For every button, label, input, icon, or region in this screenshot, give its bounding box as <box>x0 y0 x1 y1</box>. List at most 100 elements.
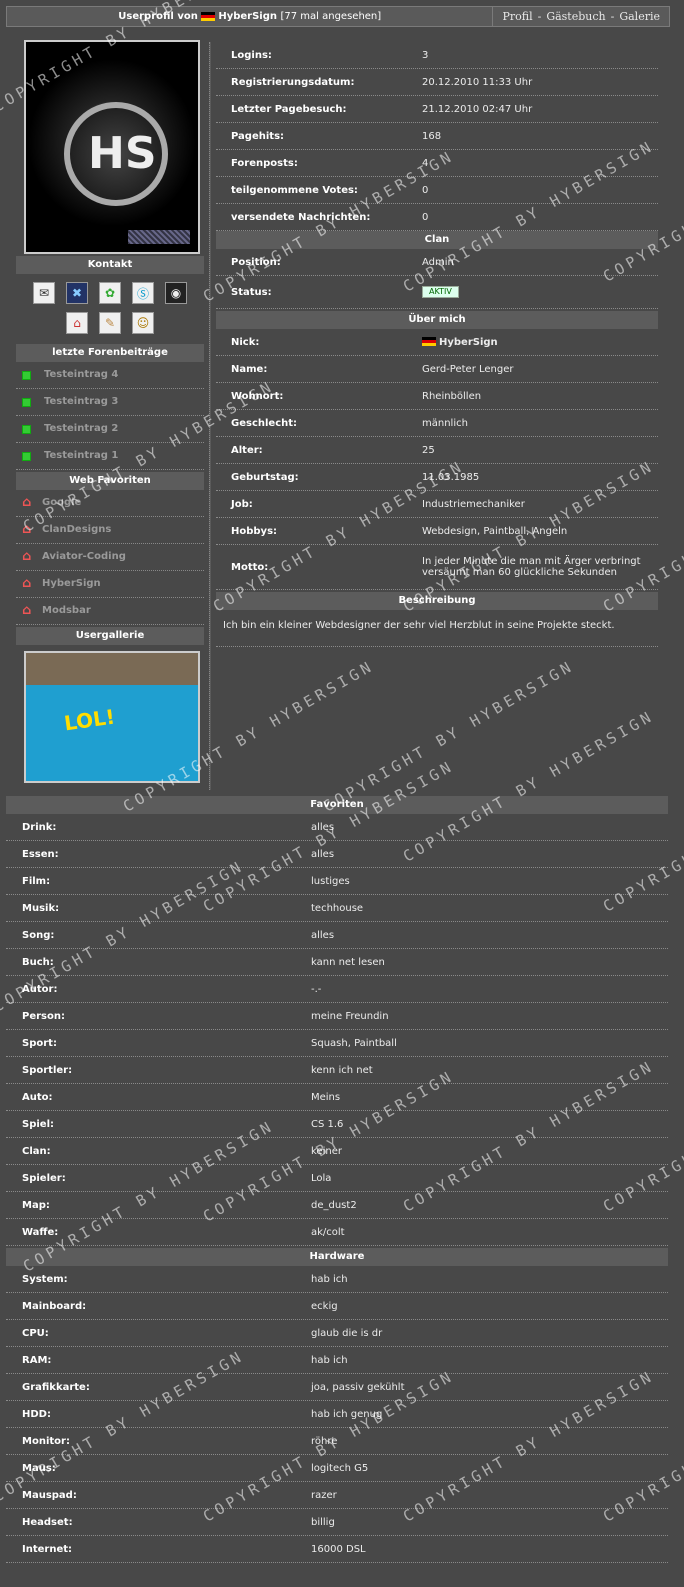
nick-value: HyberSign <box>439 336 498 348</box>
row-value: Squash, Paintball <box>311 1037 397 1049</box>
table-row: Hobbys: Webdesign, Paintball, Angeln <box>216 518 658 545</box>
web-favorite-link[interactable]: ⌂ Google <box>16 490 204 517</box>
row-label: HDD: <box>22 1408 51 1420</box>
icq-icon[interactable]: ✿ <box>99 282 121 304</box>
title-prefix: Userprofil von <box>118 11 198 22</box>
row-value: alles <box>311 929 335 941</box>
forum-post-link[interactable]: Testeintrag 3 <box>16 389 204 416</box>
table-row: CPU: glaub die is dr <box>6 1320 668 1347</box>
table-row: Geschlecht: männlich <box>216 410 658 437</box>
row-value: HyberSign <box>422 337 658 348</box>
row-label: versendete Nachrichten: <box>231 211 371 223</box>
row-value: Webdesign, Paintball, Angeln <box>422 525 568 537</box>
table-row: Map: de_dust2 <box>6 1192 668 1219</box>
table-row: Person: meine Freundin <box>6 1003 668 1030</box>
table-row: versendete Nachrichten: 0 <box>216 204 658 231</box>
nav-gaestebuch-link[interactable]: Gästebuch <box>546 7 605 26</box>
table-row: Logins: 3 <box>216 42 658 69</box>
profile-title: Userprofil von HyberSign [77 mal angeseh… <box>7 7 492 26</box>
status-badge: AKTIV <box>422 286 459 298</box>
row-value: Industriemechaniker <box>422 498 525 510</box>
table-row: Essen: alles <box>6 841 668 868</box>
row-value: eckig <box>311 1300 338 1312</box>
row-label: Mainboard: <box>22 1300 87 1312</box>
web-favorite-link[interactable]: ⌂ ClanDesigns <box>16 517 204 544</box>
row-label: Alter: <box>231 444 263 456</box>
nav-profil-link[interactable]: Profil <box>502 7 532 26</box>
row-label: Nick: <box>231 336 260 348</box>
row-label: Name: <box>231 363 268 375</box>
forum-post-link[interactable]: Testeintrag 1 <box>16 443 204 470</box>
row-value: röhre <box>311 1435 338 1447</box>
guestbook-icon[interactable]: ✎ <box>99 312 121 334</box>
row-value: männlich <box>422 417 468 429</box>
table-row: Waffe: ak/colt <box>6 1219 668 1246</box>
web-favorite-link[interactable]: ⌂ HyberSign <box>16 571 204 598</box>
home-icon: ⌂ <box>22 495 32 510</box>
view-count: [77 mal angesehen] <box>280 11 382 22</box>
table-row: Maus: logitech G5 <box>6 1455 668 1482</box>
homepage-icon[interactable]: ⌂ <box>66 312 88 334</box>
row-label: Registrierungsdatum: <box>231 76 355 88</box>
add-friend-icon[interactable]: ☺ <box>132 312 154 334</box>
bullet-icon <box>22 451 31 461</box>
skype-icon[interactable]: Ⓢ <box>132 282 154 304</box>
table-row: Sportler: kenn ich net <box>6 1057 668 1084</box>
row-label: teilgenommene Votes: <box>231 184 358 196</box>
row-value: techhouse <box>311 902 364 914</box>
about-section: Nick: HyberSign Name: Gerd-Peter Lenger Wohn… <box>216 329 658 590</box>
table-row: Nick: HyberSign <box>216 329 658 356</box>
xfire-icon[interactable]: ✖ <box>66 282 88 304</box>
table-row: Film: lustiges <box>6 868 668 895</box>
row-label: Autor: <box>22 983 58 995</box>
row-label: Song: <box>22 929 55 941</box>
avatar-stripes <box>128 230 190 244</box>
web-favorite-link[interactable]: ⌂ Aviator-Coding <box>16 544 204 571</box>
steam-icon[interactable]: ◉ <box>165 282 187 304</box>
table-row: Musik: techhouse <box>6 895 668 922</box>
forum-post-link[interactable]: Testeintrag 4 <box>16 362 204 389</box>
table-row: Buch: kann net lesen <box>6 949 668 976</box>
row-label: Mauspad: <box>22 1489 77 1501</box>
user-gallery-header: Usergallerie <box>16 627 204 645</box>
row-value: 0 <box>422 211 429 223</box>
row-value: 0 <box>422 184 429 196</box>
row-value: lustiges <box>311 875 350 887</box>
row-value: 4 <box>422 157 429 169</box>
row-label: Sportler: <box>22 1064 73 1076</box>
row-value: 16000 DSL <box>311 1543 366 1555</box>
hs-logo-icon: HS <box>88 128 157 179</box>
email-icon[interactable]: ✉ <box>33 282 55 304</box>
row-value: 3 <box>422 49 429 61</box>
table-row: Clan: keiner <box>6 1138 668 1165</box>
home-icon: ⌂ <box>22 522 32 537</box>
table-row: Spiel: CS 1.6 <box>6 1111 668 1138</box>
row-value: billig <box>311 1516 335 1528</box>
home-icon: ⌂ <box>22 603 32 618</box>
web-favorite-link[interactable]: ⌂ Modsbar <box>16 598 204 625</box>
table-row: RAM: hab ich <box>6 1347 668 1374</box>
row-value: Rheinböllen <box>422 390 482 402</box>
row-label: Position: <box>231 256 281 268</box>
web-favorite-title: Modsbar <box>42 605 91 616</box>
table-row: Mauspad: razer <box>6 1482 668 1509</box>
row-value: 25 <box>422 444 435 456</box>
table-row: Job: Industriemechaniker <box>216 491 658 518</box>
row-label: Spieler: <box>22 1172 66 1184</box>
german-flag-icon <box>201 11 216 21</box>
favorites-hardware-section: Favoriten Drink: alles Essen: alles Film: lus… <box>6 796 668 1563</box>
row-value: alles <box>311 821 335 833</box>
row-value: meine Freundin <box>311 1010 389 1022</box>
gallery-thumbnail[interactable]: LOL! <box>24 651 200 783</box>
table-row: teilgenommene Votes: 0 <box>216 177 658 204</box>
forum-post-link[interactable]: Testeintrag 2 <box>16 416 204 443</box>
web-favorite-title: Google <box>42 497 82 508</box>
row-label: Auto: <box>22 1091 53 1103</box>
row-label: Film: <box>22 875 51 887</box>
clan-header: Clan <box>216 231 658 249</box>
nav-separator: - <box>610 10 615 23</box>
nav-galerie-link[interactable]: Galerie <box>619 7 660 26</box>
stats-section: Logins: 3 Registrierungsdatum: 20.12.2010 1… <box>216 42 658 231</box>
avatar: HS <box>24 40 200 254</box>
row-label: Headset: <box>22 1516 73 1528</box>
